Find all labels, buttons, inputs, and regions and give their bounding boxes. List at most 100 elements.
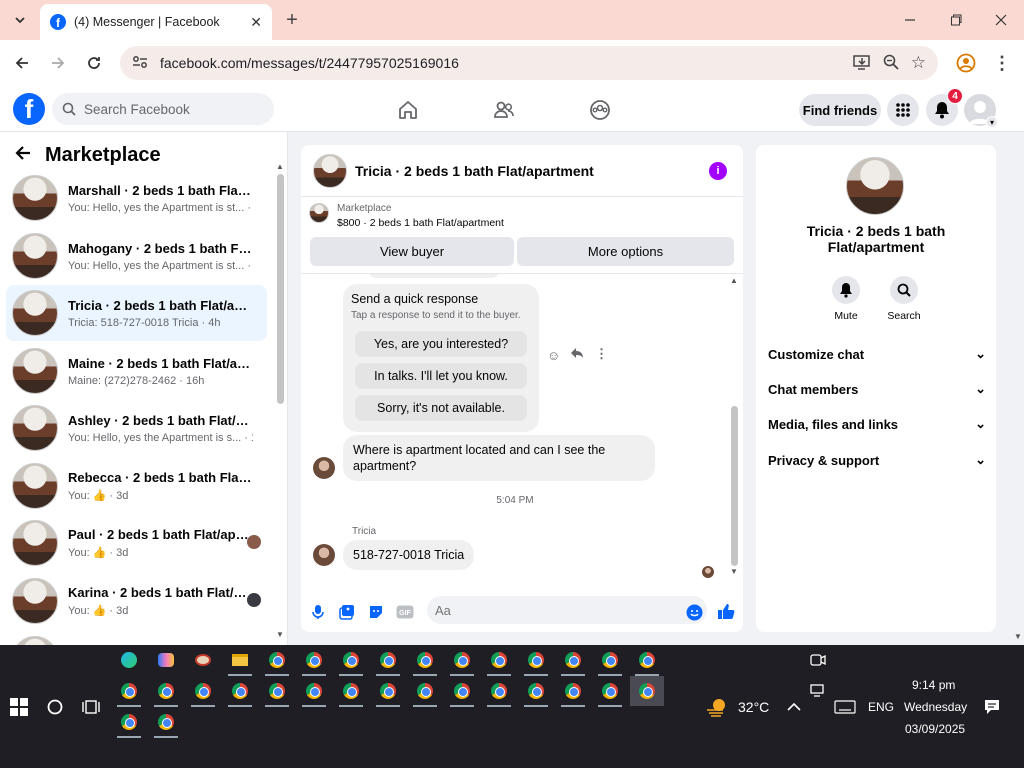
- chrome-icon[interactable]: [264, 679, 290, 707]
- close-window-icon[interactable]: [987, 6, 1015, 34]
- chrome-icon[interactable]: [375, 679, 401, 707]
- quick-reply-button[interactable]: Sorry, it's not available.: [355, 395, 527, 421]
- windows-start-icon[interactable]: [6, 695, 32, 719]
- chrome-icon[interactable]: [153, 710, 179, 738]
- like-thumb-icon[interactable]: [716, 601, 736, 621]
- chrome-icon[interactable]: [116, 679, 142, 707]
- chrome-icon[interactable]: [486, 679, 512, 707]
- chrome-icon[interactable]: [116, 710, 142, 738]
- install-app-icon[interactable]: [853, 54, 871, 73]
- network-icon[interactable]: [805, 678, 831, 702]
- chrome-icon[interactable]: [338, 648, 364, 676]
- chrome-icon[interactable]: [338, 679, 364, 707]
- groups-icon[interactable]: [586, 96, 614, 124]
- cortana-search-icon[interactable]: [42, 695, 68, 719]
- keyboard-icon[interactable]: [832, 695, 858, 719]
- chrome-icon[interactable]: [301, 648, 327, 676]
- conversation-item[interactable]: Ashley · 2 beds 1 bath Flat/apar... You: …: [6, 400, 267, 456]
- chrome-icon-active[interactable]: [630, 676, 664, 706]
- search-conversation-button[interactable]: Search: [876, 276, 932, 322]
- microphone-icon[interactable]: [308, 602, 328, 622]
- reply-icon[interactable]: [570, 347, 584, 362]
- copilot-icon[interactable]: [153, 648, 179, 672]
- input-language[interactable]: ENG: [868, 700, 894, 714]
- url-text[interactable]: facebook.com/messages/t/2447795702516901…: [160, 55, 841, 71]
- minimize-icon[interactable]: [896, 6, 924, 34]
- home-icon[interactable]: [394, 96, 422, 124]
- browser-tab[interactable]: f (4) Messenger | Facebook ✕: [40, 4, 272, 40]
- conversation-item-active[interactable]: Tricia · 2 beds 1 bath Flat/apart... Tric…: [6, 285, 267, 341]
- scroll-down-icon[interactable]: ▼: [276, 630, 284, 639]
- find-friends-button[interactable]: Find friends: [799, 94, 881, 126]
- marketplace-listing-info[interactable]: Marketplace $800 · 2 beds 1 bath Flat/ap…: [309, 203, 504, 229]
- photo-icon[interactable]: [337, 602, 357, 622]
- conversation-item[interactable]: Marshall · 2 beds 1 bath Flat/ap... You: …: [6, 170, 267, 226]
- page-scrollbar[interactable]: ▼: [1012, 132, 1024, 645]
- chrome-icon[interactable]: [301, 679, 327, 707]
- react-emoji-icon[interactable]: ☺: [547, 348, 560, 363]
- zoom-icon[interactable]: [883, 54, 899, 73]
- view-buyer-button[interactable]: View buyer: [310, 237, 514, 266]
- chrome-icon[interactable]: [560, 648, 586, 676]
- chevron-up-icon[interactable]: [781, 695, 807, 719]
- conversation-item[interactable]: Maine · 2 beds 1 bath Flat/apart... Maine…: [6, 343, 267, 399]
- conversation-item[interactable]: Karina · 2 beds 1 bath Flat/apa... You: 👍…: [6, 573, 267, 629]
- sticker-icon[interactable]: [366, 602, 386, 622]
- conversation-item[interactable]: Paul · 2 beds 1 bath Flat/apart... You: 👍…: [6, 515, 267, 571]
- meet-now-icon[interactable]: [805, 648, 831, 672]
- chat-title[interactable]: Tricia · 2 beds 1 bath Flat/apartment: [355, 163, 701, 179]
- back-arrow-icon[interactable]: [14, 144, 32, 168]
- conversation-item[interactable]: [6, 631, 267, 645]
- scroll-up-icon[interactable]: ▲: [730, 276, 738, 285]
- emoji-icon[interactable]: [684, 602, 704, 622]
- message-input[interactable]: [427, 596, 707, 624]
- menu-grid-icon[interactable]: [887, 94, 919, 126]
- notification-center-icon[interactable]: [979, 695, 1005, 719]
- browser-menu-icon[interactable]: ⋮: [988, 49, 1016, 77]
- chrome-icon[interactable]: [560, 679, 586, 707]
- avatar[interactable]: [313, 153, 347, 188]
- chrome-icon[interactable]: [486, 648, 512, 676]
- weather-temperature[interactable]: 32°C: [738, 699, 769, 715]
- weather-icon[interactable]: [704, 695, 730, 719]
- facebook-logo-icon[interactable]: f: [13, 93, 45, 125]
- clock-time[interactable]: 9:14 pm: [912, 678, 955, 692]
- chrome-icon[interactable]: [523, 648, 549, 676]
- chrome-icon[interactable]: [449, 648, 475, 676]
- customize-chat-row[interactable]: Customize chat ⌄: [768, 338, 986, 370]
- tab-search-icon[interactable]: [6, 6, 34, 34]
- conversation-item[interactable]: Mahogany · 2 beds 1 bath Flat/... You: He…: [6, 228, 267, 284]
- quick-reply-button[interactable]: Yes, are you interested?: [355, 331, 527, 357]
- clock-day[interactable]: Wednesday: [904, 700, 967, 714]
- site-info-icon[interactable]: [132, 55, 148, 72]
- info-icon[interactable]: i: [709, 161, 727, 180]
- restore-icon[interactable]: [942, 6, 970, 34]
- edge-icon[interactable]: [116, 648, 142, 672]
- facebook-search[interactable]: Search Facebook: [52, 93, 274, 125]
- more-actions-icon[interactable]: ⋮: [595, 346, 608, 362]
- bookmark-star-icon[interactable]: ☆: [911, 53, 926, 73]
- back-icon[interactable]: [8, 49, 36, 77]
- file-explorer-icon[interactable]: [227, 648, 253, 676]
- chat-members-row[interactable]: Chat members ⌄: [768, 373, 986, 405]
- profile-avatar[interactable]: [846, 157, 904, 215]
- reload-icon[interactable]: [80, 49, 108, 77]
- scroll-down-icon[interactable]: ▼: [730, 567, 738, 576]
- profile-icon[interactable]: [952, 49, 980, 77]
- address-bar[interactable]: facebook.com/messages/t/2447795702516901…: [120, 46, 938, 80]
- scroll-up-icon[interactable]: ▲: [276, 162, 284, 171]
- chrome-icon[interactable]: [523, 679, 549, 707]
- chrome-icon[interactable]: [449, 679, 475, 707]
- chrome-icon[interactable]: [597, 648, 623, 676]
- forward-icon[interactable]: [44, 49, 72, 77]
- new-tab-icon[interactable]: +: [278, 6, 306, 34]
- chrome-icon[interactable]: [190, 679, 216, 707]
- task-view-icon[interactable]: [78, 695, 104, 719]
- paint-icon[interactable]: [190, 648, 216, 672]
- chrome-icon[interactable]: [412, 648, 438, 676]
- chrome-icon[interactable]: [264, 648, 290, 676]
- chrome-icon[interactable]: [227, 679, 253, 707]
- chrome-icon[interactable]: [412, 679, 438, 707]
- more-options-button[interactable]: More options: [517, 237, 734, 266]
- media-files-links-row[interactable]: Media, files and links ⌄: [768, 408, 986, 440]
